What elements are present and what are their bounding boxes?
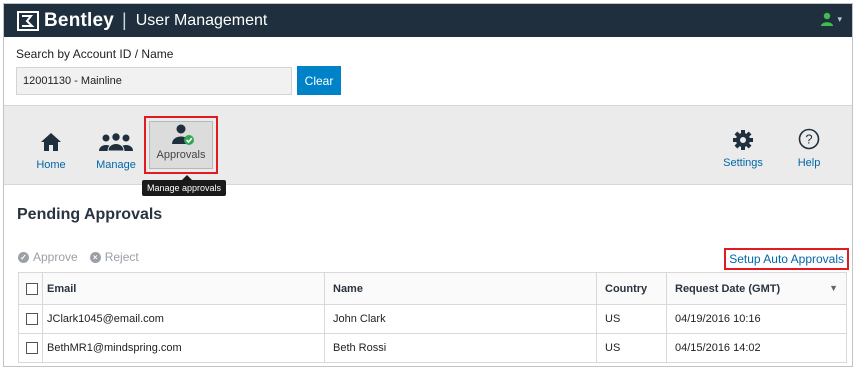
chevron-down-icon: ▾ bbox=[837, 13, 842, 24]
nav-approvals[interactable]: Approvals bbox=[144, 116, 218, 174]
nav-home[interactable]: Home bbox=[36, 132, 66, 171]
app-window: Bentley | User Management ▾ Search by Ac… bbox=[3, 3, 853, 367]
top-bar: Bentley | User Management ▾ bbox=[4, 4, 852, 37]
account-search-input[interactable] bbox=[16, 66, 292, 95]
cell-country: US bbox=[596, 304, 667, 334]
svg-text:?: ? bbox=[805, 132, 812, 147]
table-row[interactable]: JClark1045@email.com John Clark US 04/19… bbox=[18, 304, 847, 334]
column-header-request-date[interactable]: Request Date (GMT) ▼ bbox=[666, 272, 847, 305]
gear-icon bbox=[733, 130, 753, 150]
user-menu[interactable]: ▾ bbox=[820, 12, 842, 26]
nav-manage-label: Manage bbox=[96, 159, 136, 171]
nav-approvals-label: Approvals bbox=[156, 149, 206, 161]
cell-email: JClark1045@email.com bbox=[42, 304, 325, 334]
cell-name: John Clark bbox=[324, 304, 597, 334]
reject-label: Reject bbox=[104, 250, 139, 264]
bentley-logo-icon bbox=[16, 10, 40, 32]
cell-country: US bbox=[596, 333, 667, 363]
home-icon bbox=[41, 133, 61, 151]
check-circle-icon: ✓ bbox=[18, 251, 29, 263]
nav-settings-label: Settings bbox=[723, 157, 763, 169]
approvals-tooltip: Manage approvals bbox=[142, 175, 227, 196]
help-icon: ? bbox=[798, 128, 820, 150]
setup-auto-approvals-link[interactable]: Setup Auto Approvals bbox=[724, 248, 849, 270]
user-check-icon bbox=[172, 124, 194, 149]
nav-settings[interactable]: Settings bbox=[720, 130, 766, 169]
column-header-email[interactable]: Email bbox=[42, 272, 325, 305]
reject-button[interactable]: × Reject bbox=[89, 250, 139, 264]
x-circle-icon: × bbox=[89, 251, 101, 263]
nav-help[interactable]: ? Help bbox=[794, 128, 824, 169]
clear-button[interactable]: Clear bbox=[297, 66, 341, 95]
cell-request-date: 04/19/2016 10:16 bbox=[666, 304, 847, 334]
table-row[interactable]: BethMR1@mindspring.com Beth Rossi US 04/… bbox=[18, 333, 847, 363]
cell-email: BethMR1@mindspring.com bbox=[42, 333, 325, 363]
users-icon bbox=[99, 132, 133, 152]
bulk-actions: ✓ Approve × Reject bbox=[18, 250, 139, 264]
cell-request-date: 04/15/2016 14:02 bbox=[666, 333, 847, 363]
title-separator: | bbox=[122, 10, 127, 30]
approve-label: Approve bbox=[33, 250, 78, 264]
search-area: Search by Account ID / Name Clear bbox=[4, 37, 852, 107]
table-header-row: Email Name Country Request Date (GMT) ▼ bbox=[18, 272, 847, 305]
brand-name: Bentley bbox=[44, 9, 115, 31]
nav-toolbar: Home Manage Approvals Settings ? Help bbox=[4, 105, 852, 185]
row-checkbox[interactable] bbox=[26, 313, 38, 326]
page-title: Pending Approvals bbox=[17, 206, 163, 223]
nav-manage[interactable]: Manage bbox=[94, 132, 138, 171]
approve-button[interactable]: ✓ Approve bbox=[18, 250, 78, 264]
nav-help-label: Help bbox=[797, 157, 821, 169]
nav-home-label: Home bbox=[36, 159, 66, 171]
app-title: User Management bbox=[135, 11, 268, 29]
select-all-checkbox[interactable] bbox=[26, 282, 38, 295]
chevron-down-icon[interactable]: ▼ bbox=[829, 283, 838, 293]
cell-name: Beth Rossi bbox=[324, 333, 597, 363]
search-label: Search by Account ID / Name bbox=[16, 47, 174, 61]
row-checkbox[interactable] bbox=[26, 342, 38, 355]
approvals-table: Email Name Country Request Date (GMT) ▼ J… bbox=[18, 272, 847, 363]
column-header-name[interactable]: Name bbox=[324, 272, 597, 305]
column-header-country[interactable]: Country bbox=[596, 272, 667, 305]
user-icon bbox=[821, 12, 834, 26]
